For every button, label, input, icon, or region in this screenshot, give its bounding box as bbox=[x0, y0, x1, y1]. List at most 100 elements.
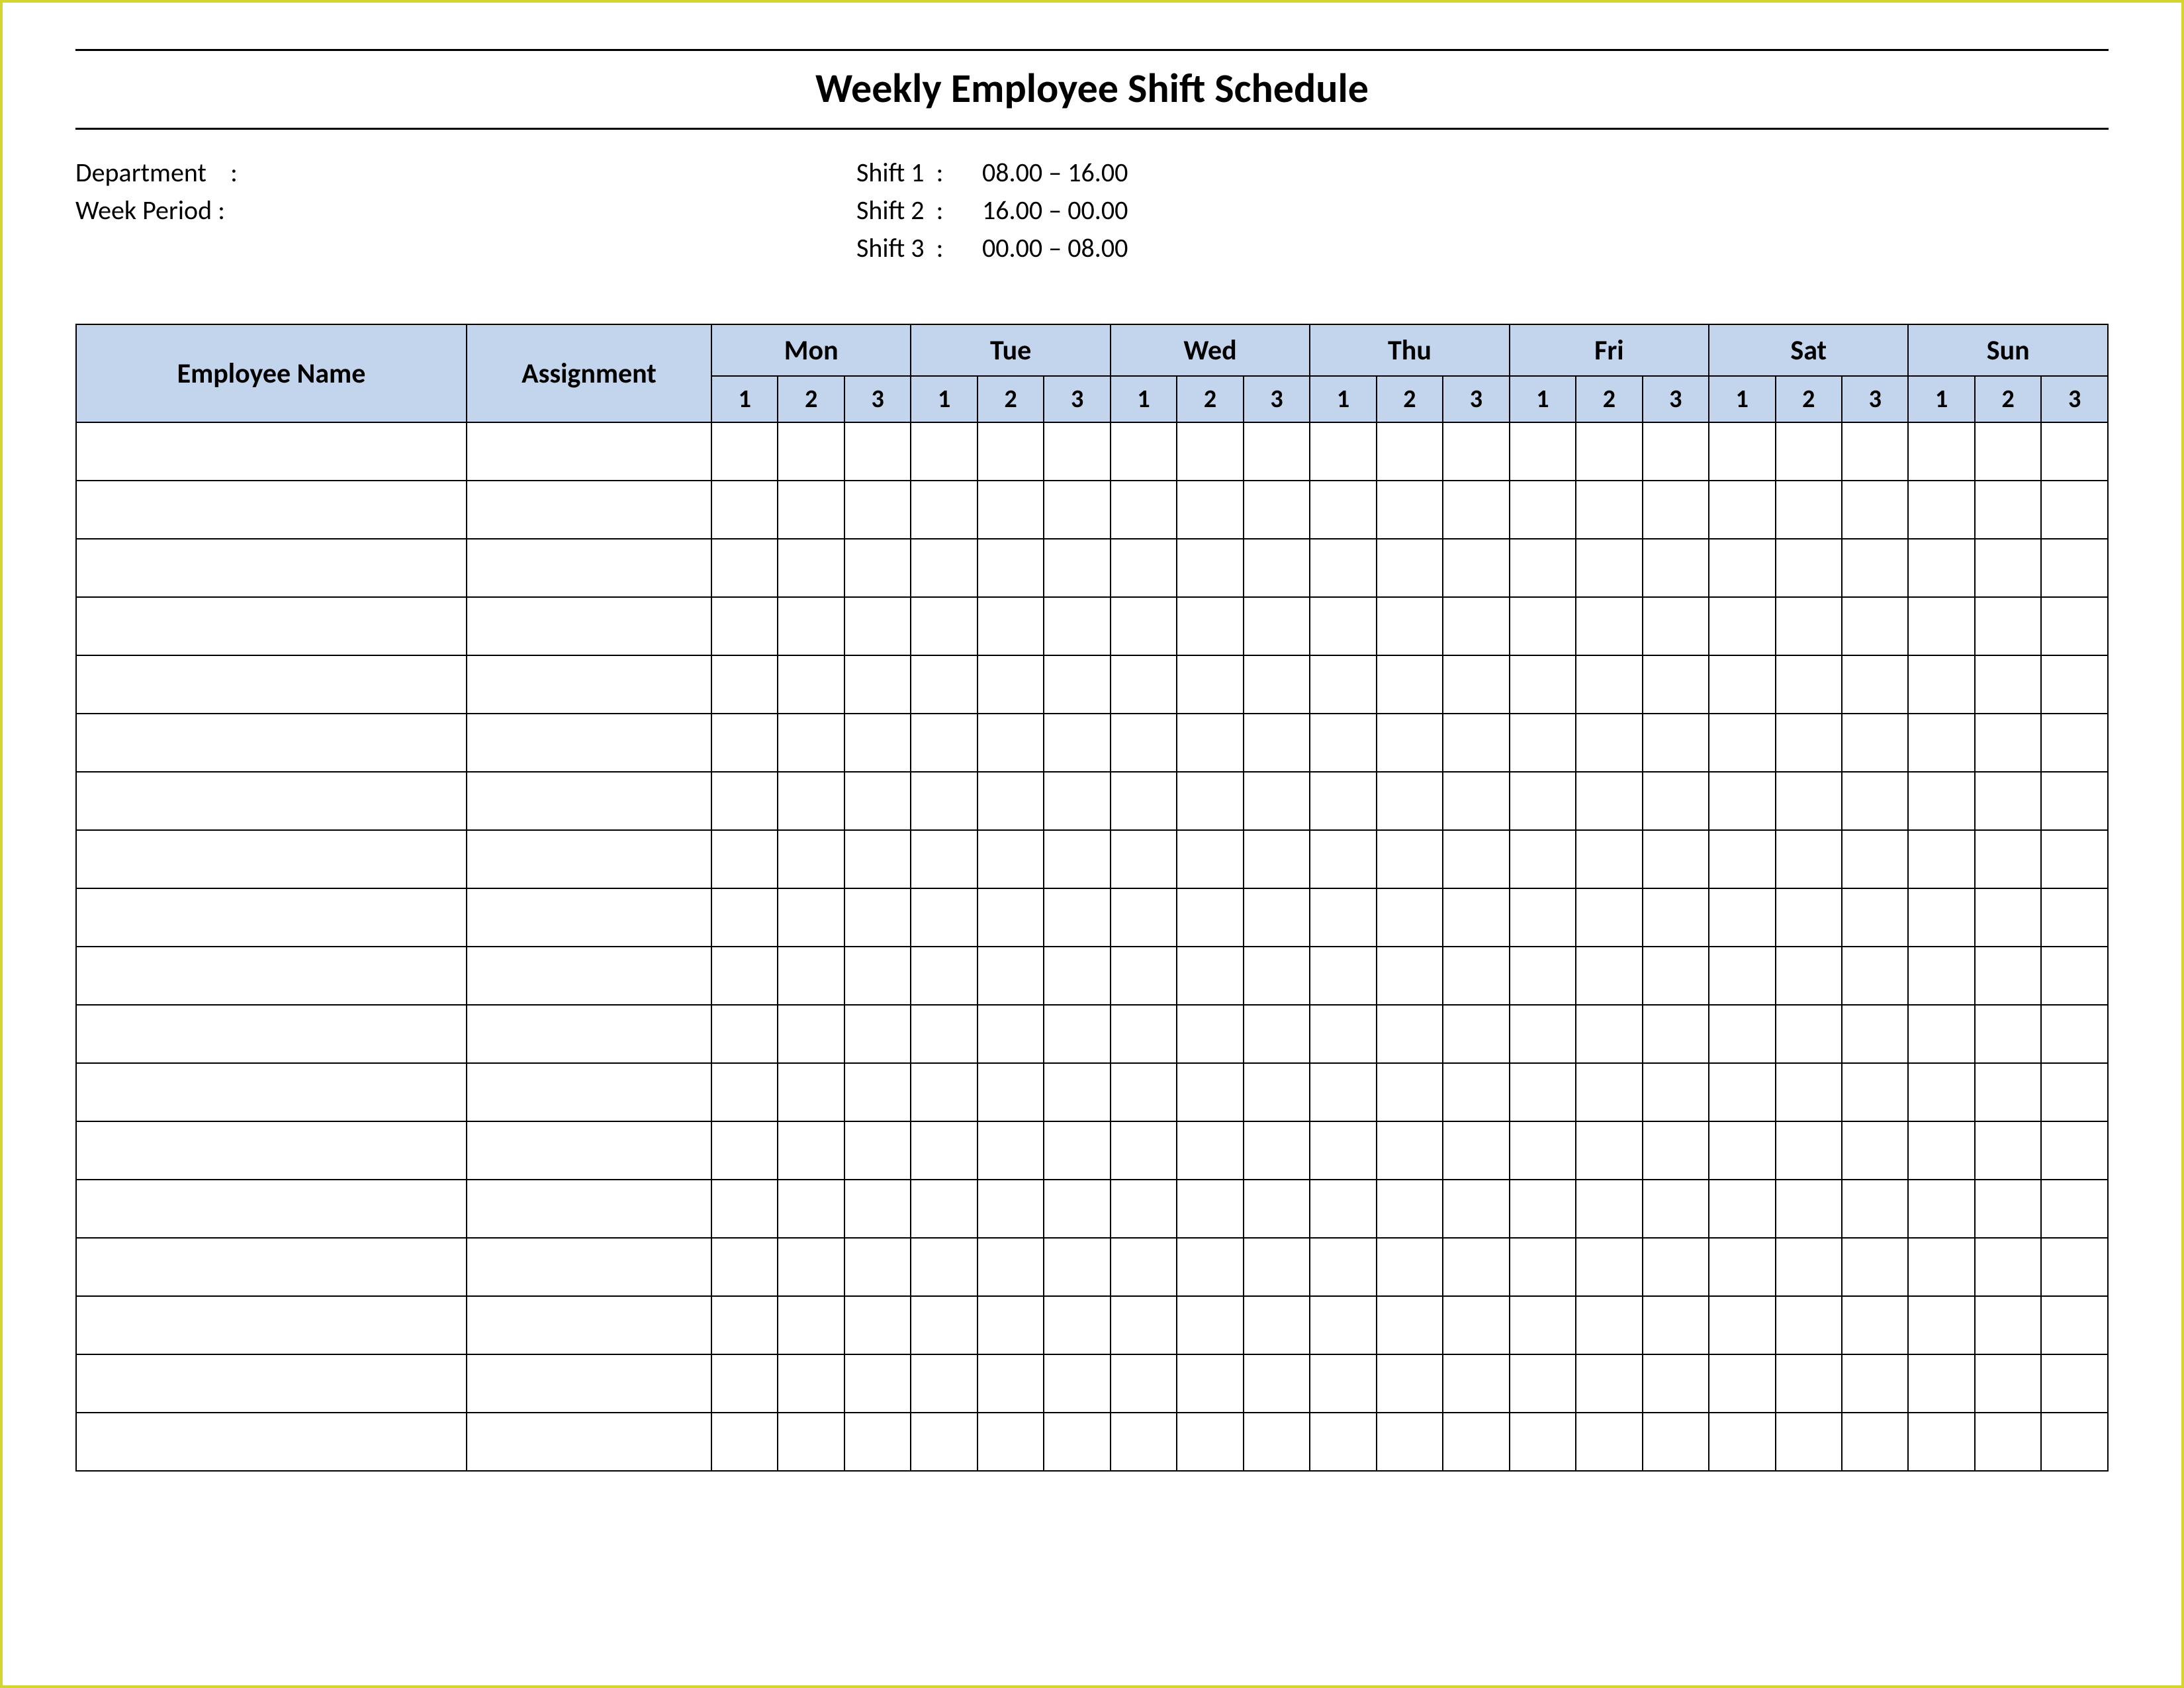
cell-shift bbox=[778, 655, 844, 714]
cell-shift bbox=[1310, 830, 1376, 888]
cell-shift bbox=[2041, 1180, 2108, 1238]
cell-shift bbox=[778, 1005, 844, 1063]
week-period-value bbox=[261, 194, 856, 226]
cell-shift bbox=[711, 1063, 778, 1121]
cell-shift bbox=[1443, 1121, 1509, 1180]
cell-shift bbox=[1377, 888, 1443, 947]
cell-shift bbox=[1776, 830, 1842, 888]
cell-shift bbox=[711, 947, 778, 1005]
cell-shift bbox=[711, 422, 778, 481]
col-subshift: 2 bbox=[978, 376, 1044, 422]
cell-shift bbox=[1177, 655, 1243, 714]
cell-assignment bbox=[467, 422, 711, 481]
cell-shift bbox=[844, 481, 911, 539]
cell-shift bbox=[1709, 597, 1775, 655]
cell-shift bbox=[778, 1238, 844, 1296]
cell-shift bbox=[844, 772, 911, 830]
cell-employee-name bbox=[76, 1296, 467, 1354]
cell-shift bbox=[1643, 539, 1709, 597]
cell-shift bbox=[711, 772, 778, 830]
cell-shift bbox=[1643, 1413, 1709, 1471]
col-subshift: 2 bbox=[1975, 376, 2041, 422]
cell-shift bbox=[1044, 1354, 1110, 1413]
cell-shift bbox=[1377, 1354, 1443, 1413]
meta-row-shift3: Shift 3 : 00.00 – 08.00 bbox=[75, 232, 2109, 264]
cell-shift bbox=[1111, 481, 1177, 539]
cell-shift bbox=[1908, 539, 1974, 597]
cell-shift bbox=[1510, 947, 1576, 1005]
cell-assignment bbox=[467, 1121, 711, 1180]
cell-shift bbox=[778, 481, 844, 539]
cell-shift bbox=[1377, 597, 1443, 655]
cell-shift bbox=[1975, 1121, 2041, 1180]
col-day-sat: Sat bbox=[1709, 324, 1908, 376]
table-row bbox=[76, 1238, 2108, 1296]
cell-shift bbox=[1377, 1413, 1443, 1471]
cell-shift bbox=[1643, 772, 1709, 830]
col-subshift: 3 bbox=[1443, 376, 1509, 422]
cell-shift bbox=[1244, 539, 1310, 597]
cell-shift bbox=[1842, 1413, 1908, 1471]
cell-shift bbox=[1510, 597, 1576, 655]
cell-shift bbox=[1975, 714, 2041, 772]
cell-shift bbox=[1510, 1413, 1576, 1471]
cell-shift bbox=[1908, 1413, 1974, 1471]
cell-shift bbox=[1709, 1238, 1775, 1296]
table-row bbox=[76, 539, 2108, 597]
cell-shift bbox=[1443, 597, 1509, 655]
shift2: Shift 2 : 16.00 – 00.00 bbox=[856, 194, 1128, 226]
cell-shift bbox=[1044, 830, 1110, 888]
cell-shift bbox=[1111, 1354, 1177, 1413]
cell-shift bbox=[2041, 655, 2108, 714]
cell-shift bbox=[978, 947, 1044, 1005]
shift3-label-text: Shift 3 bbox=[856, 232, 925, 264]
table-row bbox=[76, 597, 2108, 655]
cell-assignment bbox=[467, 539, 711, 597]
cell-shift bbox=[711, 655, 778, 714]
table-body bbox=[76, 422, 2108, 1471]
cell-assignment bbox=[467, 1005, 711, 1063]
cell-shift bbox=[1576, 422, 1642, 481]
cell-shift bbox=[1776, 1238, 1842, 1296]
col-subshift: 1 bbox=[1310, 376, 1376, 422]
col-subshift: 3 bbox=[844, 376, 911, 422]
cell-shift bbox=[1244, 655, 1310, 714]
cell-shift bbox=[1908, 947, 1974, 1005]
cell-shift bbox=[978, 1296, 1044, 1354]
cell-shift bbox=[1776, 714, 1842, 772]
cell-shift bbox=[778, 1413, 844, 1471]
cell-shift bbox=[911, 422, 977, 481]
cell-shift bbox=[1776, 1005, 1842, 1063]
cell-employee-name bbox=[76, 597, 467, 655]
cell-employee-name bbox=[76, 1121, 467, 1180]
title-bar: Weekly Employee Shift Schedule bbox=[75, 49, 2109, 130]
cell-shift bbox=[1111, 1413, 1177, 1471]
cell-shift bbox=[1244, 1296, 1310, 1354]
table-row bbox=[76, 888, 2108, 947]
cell-shift bbox=[844, 597, 911, 655]
cell-shift bbox=[1576, 1180, 1642, 1238]
cell-shift bbox=[1643, 714, 1709, 772]
cell-shift bbox=[911, 597, 977, 655]
col-subshift: 2 bbox=[778, 376, 844, 422]
cell-shift bbox=[1643, 1005, 1709, 1063]
cell-shift bbox=[2041, 1238, 2108, 1296]
cell-shift bbox=[978, 1413, 1044, 1471]
cell-shift bbox=[1908, 1180, 1974, 1238]
cell-shift bbox=[1044, 539, 1110, 597]
cell-shift bbox=[1908, 1354, 1974, 1413]
cell-shift bbox=[1842, 1063, 1908, 1121]
cell-shift bbox=[1709, 539, 1775, 597]
cell-shift bbox=[1975, 772, 2041, 830]
cell-shift bbox=[844, 655, 911, 714]
cell-shift bbox=[1044, 714, 1110, 772]
cell-shift bbox=[1443, 1354, 1509, 1413]
cell-shift bbox=[911, 714, 977, 772]
cell-shift bbox=[1510, 888, 1576, 947]
cell-shift bbox=[1177, 1354, 1243, 1413]
cell-assignment bbox=[467, 714, 711, 772]
cell-shift bbox=[1975, 597, 2041, 655]
cell-shift bbox=[1908, 597, 1974, 655]
cell-shift bbox=[1377, 772, 1443, 830]
cell-shift bbox=[1044, 1005, 1110, 1063]
